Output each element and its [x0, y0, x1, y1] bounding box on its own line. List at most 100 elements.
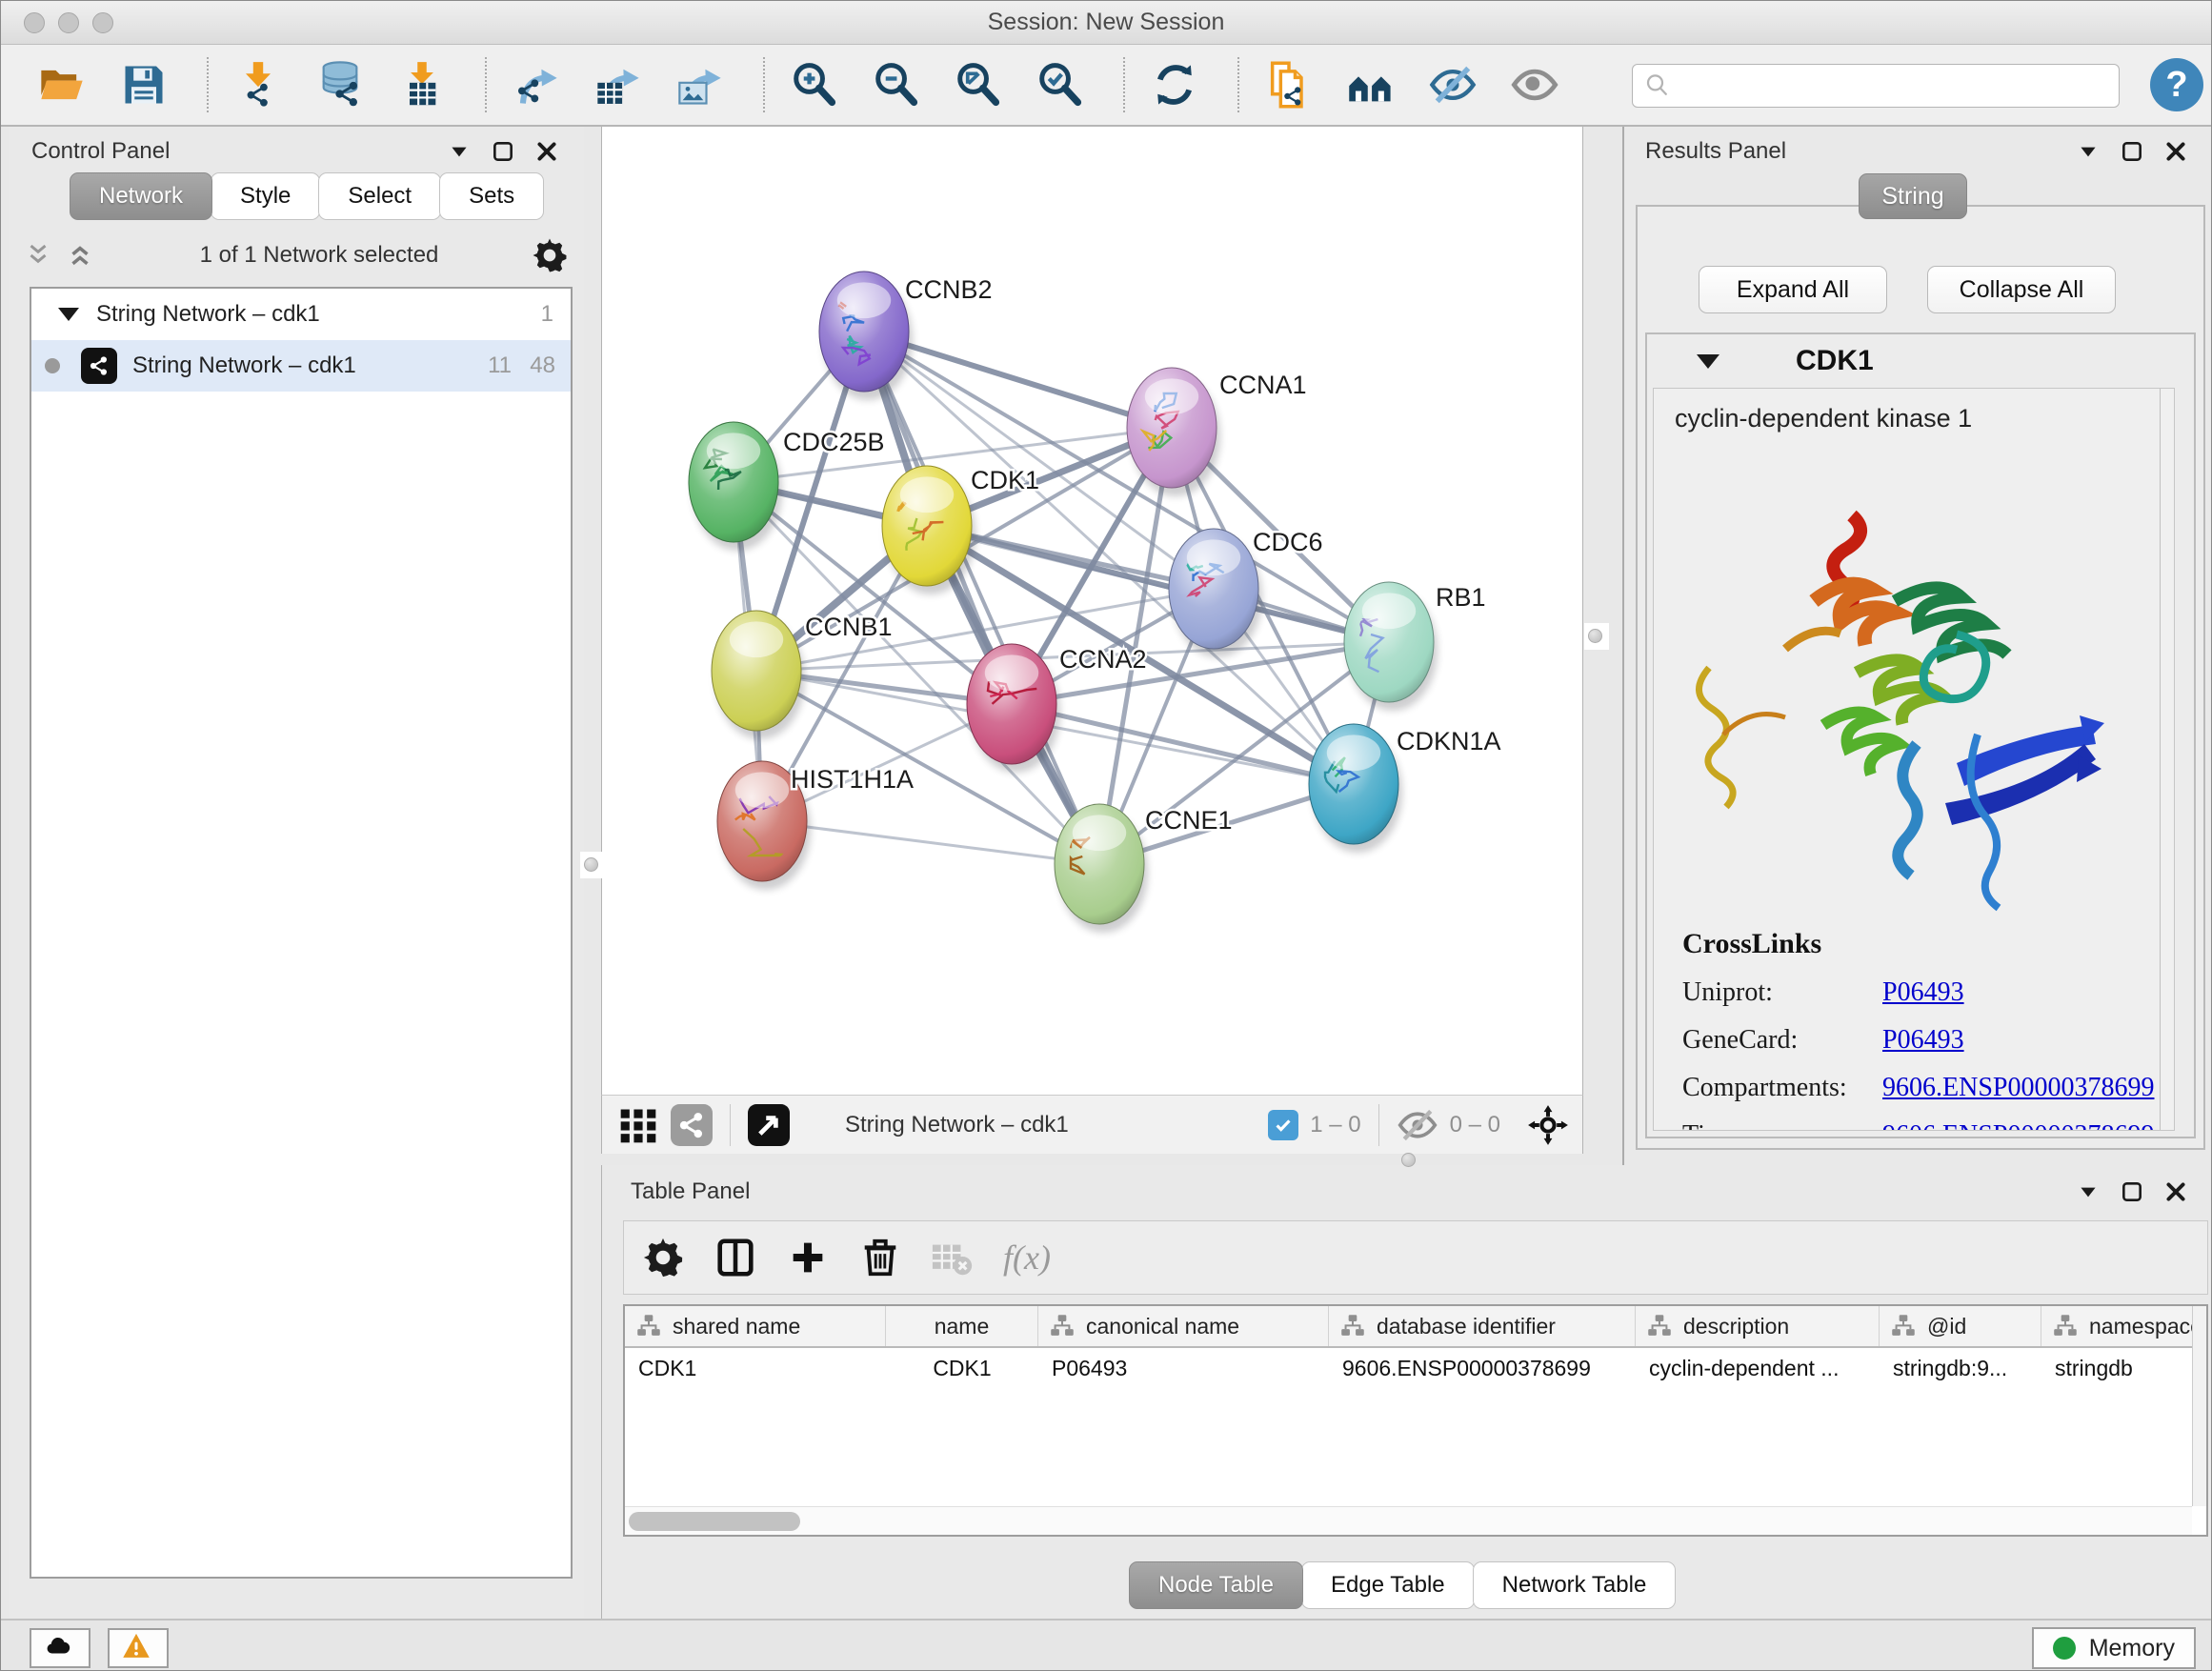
- birds-eye-grid-icon[interactable]: [617, 1104, 659, 1146]
- panel-menu-icon[interactable]: [2076, 139, 2101, 164]
- network-row[interactable]: String Network – cdk1 11 48: [31, 340, 571, 392]
- show-columns-icon[interactable]: [714, 1236, 757, 1279]
- crosslink-link[interactable]: 9606.ENSP00000378699: [1882, 1073, 2154, 1103]
- pan-crosshair-icon[interactable]: [1527, 1104, 1569, 1146]
- cloud-status-button[interactable]: [30, 1628, 90, 1668]
- network-options-gear-icon[interactable]: [531, 236, 569, 274]
- tab-node-table[interactable]: Node Table: [1129, 1561, 1303, 1609]
- table-vertical-scrollbar[interactable]: [2192, 1306, 2206, 1506]
- zoom-selected-icon[interactable]: [1036, 60, 1085, 110]
- entry-caret-icon[interactable]: [1697, 354, 1719, 369]
- string-network-graph[interactable]: CCNB2 CCNA1 CDC25B CDK1 CDC6 RB1 CCNB1: [602, 127, 1584, 1095]
- tab-select[interactable]: Select: [318, 172, 441, 220]
- network-node-CDKN1A[interactable]: CDKN1A: [1309, 724, 1501, 853]
- crosslink-link[interactable]: P06493: [1882, 977, 1964, 1008]
- collapse-all-button[interactable]: Collapse All: [1927, 266, 2116, 313]
- table-row[interactable]: CDK1CDK1P064939606.ENSP00000378699cyclin…: [625, 1348, 2206, 1390]
- tab-network-table[interactable]: Network Table: [1473, 1561, 1677, 1609]
- column-header-canonical-name[interactable]: canonical name: [1038, 1306, 1329, 1346]
- svg-text:CCNB1: CCNB1: [805, 613, 893, 641]
- export-image-icon[interactable]: [675, 60, 725, 110]
- show-hidden-icon[interactable]: [1510, 60, 1559, 110]
- export-table-icon[interactable]: [593, 60, 643, 110]
- network-node-count: 11: [488, 352, 512, 379]
- panel-close-icon[interactable]: [2163, 1179, 2188, 1204]
- warnings-button[interactable]: [108, 1628, 169, 1668]
- tab-string[interactable]: String: [1859, 173, 1967, 219]
- hide-selected-icon[interactable]: [1428, 60, 1478, 110]
- table-horizontal-scrollbar[interactable]: [625, 1506, 2192, 1535]
- function-builder-icon: f(x): [1003, 1238, 1051, 1278]
- import-network-file-icon[interactable]: [233, 60, 283, 110]
- results-scrollbar[interactable]: [2160, 389, 2174, 1130]
- column-header-description[interactable]: description: [1636, 1306, 1880, 1346]
- network-node-CCNA1[interactable]: CCNA1: [1127, 368, 1307, 496]
- import-table-icon[interactable]: [397, 60, 447, 110]
- column-type-icon: [1340, 1314, 1365, 1339]
- column-header-database-identifier[interactable]: database identifier: [1329, 1306, 1636, 1346]
- panel-close-icon[interactable]: [2163, 139, 2188, 164]
- network-node-CCNE1[interactable]: CCNE1: [1055, 804, 1233, 933]
- collapse-all-icon[interactable]: [24, 241, 52, 270]
- left-splitter-handle[interactable]: [584, 857, 598, 872]
- network-share-icon[interactable]: [671, 1104, 713, 1146]
- network-edge[interactable]: [762, 821, 1099, 864]
- add-column-icon[interactable]: [786, 1236, 830, 1279]
- panel-float-icon[interactable]: [2120, 139, 2144, 164]
- selected-nodes-checkbox[interactable]: [1268, 1110, 1298, 1140]
- import-network-database-icon[interactable]: [315, 60, 365, 110]
- show-all-networks-icon[interactable]: [1346, 60, 1396, 110]
- network-selection-status: 1 of 1 Network selected: [108, 242, 531, 269]
- scrollbar-thumb[interactable]: [629, 1512, 800, 1531]
- network-node-RB1[interactable]: RB1: [1344, 582, 1486, 711]
- duplicate-network-icon[interactable]: [1264, 60, 1314, 110]
- network-canvas[interactable]: CCNB2 CCNA1 CDC25B CDK1 CDC6 RB1 CCNB1: [601, 127, 1583, 1095]
- column-header-shared-name[interactable]: shared name: [625, 1306, 886, 1346]
- open-in-new-icon[interactable]: [748, 1104, 790, 1146]
- panel-menu-icon[interactable]: [2076, 1179, 2101, 1204]
- horizontal-splitter-handle[interactable]: [1401, 1153, 1416, 1167]
- network-node-CDK1[interactable]: CDK1: [882, 466, 1039, 594]
- zoom-in-icon[interactable]: [790, 60, 839, 110]
- zoom-out-icon[interactable]: [872, 60, 921, 110]
- panel-menu-icon[interactable]: [447, 139, 472, 164]
- tree-caret-icon[interactable]: [58, 308, 79, 321]
- panel-float-icon[interactable]: [491, 139, 515, 164]
- collection-count: 1: [541, 301, 571, 328]
- search-input[interactable]: [1632, 64, 2120, 108]
- warning-icon: [122, 1632, 154, 1664]
- column-header-name[interactable]: name: [886, 1306, 1038, 1346]
- selected-count: 1 – 0: [1310, 1112, 1360, 1138]
- column-header-@id[interactable]: @id: [1880, 1306, 2041, 1346]
- help-button[interactable]: ?: [2150, 58, 2203, 111]
- crosslink-link[interactable]: 9606.ENSP00000378699: [1882, 1120, 2154, 1131]
- network-edge[interactable]: [1012, 704, 1354, 784]
- network-node-CDC25B[interactable]: CDC25B: [689, 422, 885, 551]
- open-session-icon[interactable]: [37, 60, 87, 110]
- export-network-icon[interactable]: [512, 60, 561, 110]
- right-splitter-handle[interactable]: [1588, 629, 1602, 643]
- apply-layout-icon[interactable]: [1150, 60, 1199, 110]
- network-node-CCNB2[interactable]: CCNB2: [819, 272, 993, 400]
- zoom-fit-icon[interactable]: [954, 60, 1003, 110]
- expand-all-button[interactable]: Expand All: [1699, 266, 1887, 313]
- column-type-icon: [636, 1314, 661, 1339]
- network-node-HIST1H1A[interactable]: HIST1H1A: [717, 761, 914, 890]
- network-node-CDC6[interactable]: CDC6: [1169, 528, 1323, 657]
- tab-edge-table[interactable]: Edge Table: [1301, 1561, 1475, 1609]
- save-session-icon[interactable]: [119, 60, 169, 110]
- column-header-namespace[interactable]: namespace: [2041, 1306, 2208, 1346]
- panel-float-icon[interactable]: [2120, 1179, 2144, 1204]
- tab-style[interactable]: Style: [211, 172, 320, 220]
- tab-sets[interactable]: Sets: [439, 172, 544, 220]
- table-options-gear-icon[interactable]: [641, 1236, 685, 1279]
- toolbar-separator: [207, 57, 209, 112]
- delete-column-icon[interactable]: [858, 1236, 902, 1279]
- expand-all-icon[interactable]: [66, 241, 94, 270]
- crosslink-link[interactable]: P06493: [1882, 1025, 1964, 1056]
- network-collection-row[interactable]: String Network – cdk1 1: [31, 289, 571, 340]
- tab-network[interactable]: Network: [70, 172, 212, 220]
- memory-button[interactable]: Memory: [2032, 1627, 2196, 1669]
- hidden-eye-slash-icon[interactable]: [1397, 1104, 1438, 1146]
- panel-close-icon[interactable]: [534, 139, 559, 164]
